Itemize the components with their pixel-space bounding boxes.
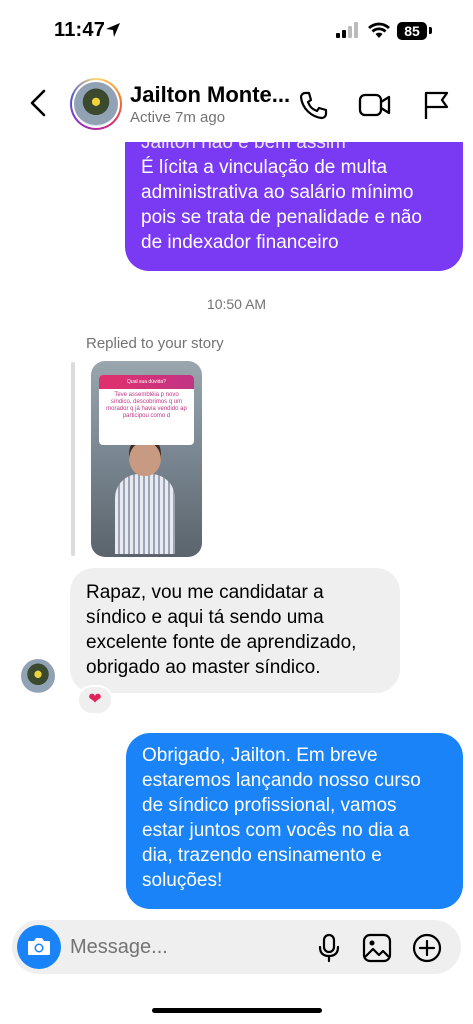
microphone-icon[interactable] bbox=[316, 933, 342, 968]
message-line: excelente fonte de aprendizado, bbox=[86, 632, 357, 653]
message-line: de indexador financeiro bbox=[141, 232, 339, 253]
heart-reaction[interactable]: ❤ bbox=[77, 685, 113, 715]
video-icon[interactable] bbox=[358, 90, 392, 125]
message-line: Obrigado, Jailton. Em breve bbox=[142, 745, 378, 766]
time-divider: 10:50 AM bbox=[206, 296, 267, 312]
sender-avatar[interactable] bbox=[21, 659, 55, 693]
message-line: síndico e aqui tá sendo uma bbox=[86, 607, 324, 628]
story-question-text: Teve assembléia p novo síndico, descobri… bbox=[106, 392, 187, 419]
plus-circle-icon[interactable] bbox=[412, 933, 442, 968]
contact-avatar[interactable] bbox=[70, 78, 122, 130]
home-indicator bbox=[152, 1008, 322, 1013]
outgoing-message-bubble[interactable]: Obrigado, Jailton. Em breve estaremos la… bbox=[126, 733, 463, 909]
outgoing-message-bubble[interactable]: Jailton não é bem assim É lícita a vincu… bbox=[125, 120, 463, 271]
flag-icon[interactable] bbox=[422, 90, 450, 125]
replied-to-story-label: Replied to your story bbox=[86, 335, 224, 352]
story-reply-thumbnail[interactable]: Qual sua dúvida? Teve assembléia p novo … bbox=[91, 361, 202, 557]
story-person-image bbox=[115, 436, 175, 554]
message-composer bbox=[12, 920, 461, 974]
heart-icon: ❤ bbox=[88, 691, 102, 708]
story-question-title: Qual sua dúvida? bbox=[99, 375, 194, 389]
message-line: de síndico profissional, vamos bbox=[142, 795, 397, 816]
message-line: É lícita a vinculação de multa bbox=[141, 157, 388, 178]
story-question-sticker: Qual sua dúvida? Teve assembléia p novo … bbox=[99, 375, 194, 445]
camera-button[interactable] bbox=[17, 925, 61, 969]
message-line: obrigado ao master síndico. bbox=[86, 657, 321, 678]
message-input[interactable] bbox=[70, 934, 250, 960]
incoming-message-bubble[interactable]: Rapaz, vou me candidatar a síndico e aqu… bbox=[70, 568, 400, 693]
reply-indicator-bar bbox=[71, 362, 75, 556]
message-line: estar juntos com vocês no dia a bbox=[142, 820, 410, 841]
chat-header: Jailton Monte... Active 7m ago bbox=[0, 62, 473, 142]
back-chevron-icon[interactable] bbox=[26, 88, 52, 118]
message-line: dia, trazendo ensinamento e bbox=[142, 845, 382, 866]
phone-icon[interactable] bbox=[298, 90, 328, 125]
message-thread[interactable]: Jailton não é bem assim É lícita a vincu… bbox=[0, 0, 473, 1024]
message-line: pois se trata de penalidade e não bbox=[141, 207, 422, 228]
message-line: estaremos lançando nosso curso bbox=[142, 770, 421, 791]
message-line: administrativa ao salário mínimo bbox=[141, 182, 414, 203]
contact-active-status: Active 7m ago bbox=[130, 109, 226, 126]
message-line: Rapaz, vou me candidatar a bbox=[86, 582, 324, 603]
camera-icon bbox=[28, 938, 50, 955]
contact-name[interactable]: Jailton Monte... bbox=[130, 82, 290, 108]
gallery-icon[interactable] bbox=[362, 933, 392, 968]
message-line: soluções! bbox=[142, 870, 223, 891]
